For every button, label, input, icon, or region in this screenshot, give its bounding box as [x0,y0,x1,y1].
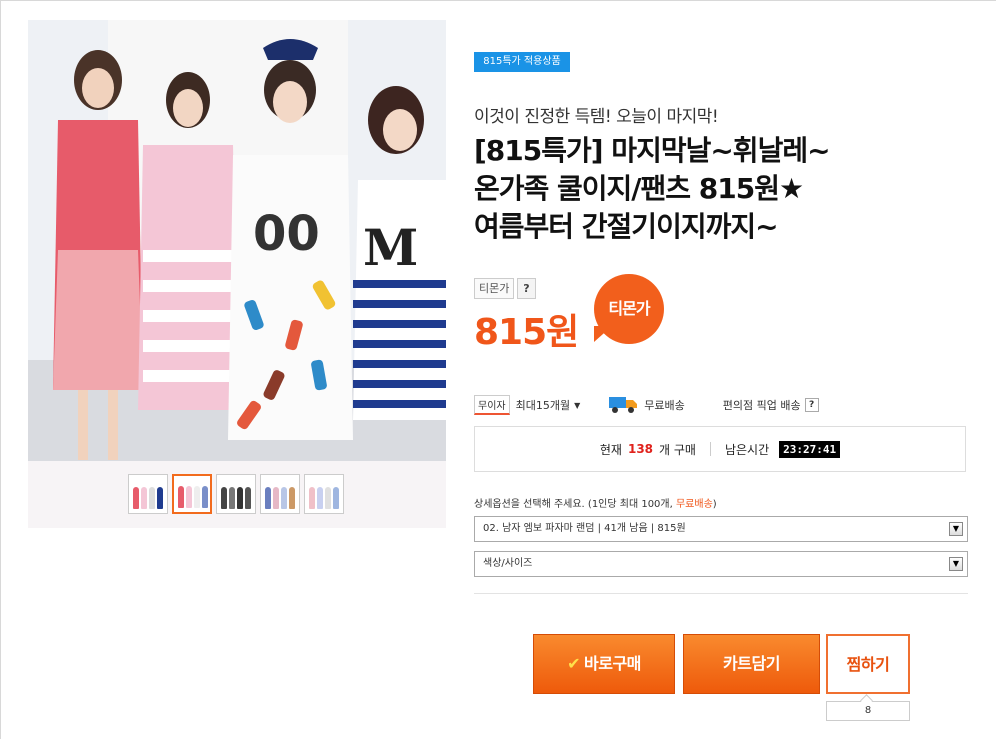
thumbnail-2[interactable] [172,474,212,514]
product-subtitle: 이것이 진정한 득템! 오늘이 마지막! [474,107,719,127]
product-main-image[interactable]: 00 M [28,20,446,461]
wishlist-button[interactable]: 찜하기 [826,634,910,694]
purchase-count: 138 [627,442,654,456]
option-note-suffix: ) [712,499,717,510]
add-to-cart-button[interactable]: 카트담기 [683,634,820,694]
truck-icon [608,394,638,417]
section-divider [474,593,968,594]
status-divider [709,442,711,456]
buy-now-label: 바로구매 [584,654,641,673]
thumbnail-1[interactable] [128,474,168,514]
purchase-status-box: 현재 138 개 구매 남은시간 23:27:41 [474,426,966,472]
product-title-line-3: 여름부터 간절기이지까지~ [474,210,779,243]
purchase-info-row: 무이자 최대15개월 ▼ 무료배송 편의점 픽업 배송 ? [474,393,819,417]
option-select-2[interactable]: 색상/사이즈 ▼ [474,551,968,577]
thumbnail-5[interactable] [304,474,344,514]
pickup-text: 편의점 픽업 배송 [722,399,801,412]
caret-down-icon[interactable]: ▼ [574,401,580,410]
thumbnail-4[interactable] [260,474,300,514]
countdown-timer: 23:27:41 [779,440,841,458]
select-arrow-icon[interactable]: ▼ [949,557,963,571]
price-label: 티몬가 [474,278,515,299]
buy-now-button[interactable]: ✔ 바로구매 [533,634,675,694]
product-gallery: 00 M [28,20,446,528]
product-title-line-2: 온가족 쿨이지/팬츠 815원★ [474,172,804,205]
pickup-help-button[interactable]: ? [804,398,819,412]
option-note: 상세옵션을 선택해 주세요. (1인당 최대 100개, 무료배송) [474,495,717,510]
top-border [0,0,996,1]
installment-dropdown[interactable]: 최대15개월 [516,397,570,413]
current-label: 현재 [599,442,622,457]
product-title-line-1: [815특가] 마지막날~휘날레~ [474,134,831,167]
left-border [0,0,1,739]
installment-badge: 무이자 [474,395,510,415]
remaining-time-label: 남은시간 [724,442,770,457]
thumbnail-strip [128,474,344,516]
option-note-free: 무료배송 [675,499,713,510]
product-title: [815특가] 마지막날~휘날레~ 온가족 쿨이지/팬츠 815원★ 여름부터 … [474,132,914,246]
price-help-button[interactable]: ? [517,278,536,299]
price-bubble: 티몬가 [594,274,664,344]
price-value: 815원 [474,312,579,353]
option-select-1-value: 02. 남자 엠보 파자마 랜덤 | 41개 남음 | 815원 [483,523,686,534]
promo-badge: 815특가 적용상품 [474,52,570,72]
option-select-2-value: 색상/사이즈 [483,558,533,569]
check-icon: ✔ [567,654,580,673]
option-select-1[interactable]: 02. 남자 엠보 파자마 랜덤 | 41개 남음 | 815원 ▼ [474,516,968,542]
purchase-count-suffix: 개 구매 [659,442,696,457]
option-note-prefix: 상세옵션을 선택해 주세요. (1인당 최대 100개, [474,499,676,510]
select-arrow-icon[interactable]: ▼ [949,522,963,536]
free-shipping-text: 무료배송 [644,399,685,412]
svg-text:M: M [363,218,418,277]
thumbnail-3[interactable] [216,474,256,514]
svg-text:00: 00 [253,206,320,262]
